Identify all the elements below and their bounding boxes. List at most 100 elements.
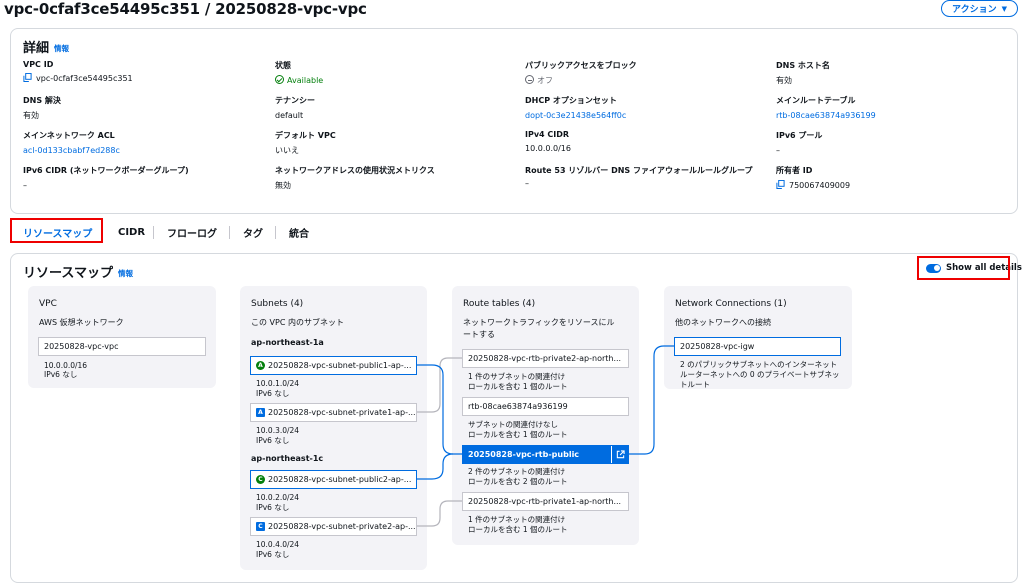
subnet-ipv6: IPv6 なし	[256, 436, 290, 445]
private-subnet-icon: C	[256, 522, 265, 531]
az-label: ap-northeast-1a	[251, 338, 324, 347]
vpc-id-label: VPC ID	[23, 60, 54, 69]
route-table-name: 20250828-vpc-rtb-private1-ap-north...	[468, 497, 622, 506]
state-value: Available	[287, 76, 324, 85]
main-route-table-label: メインルートテーブル	[776, 96, 856, 105]
route-table-node[interactable]: 20250828-vpc-rtb-private2-ap-north...	[462, 349, 629, 368]
subnet-name: 20250828-vpc-subnet-public2-ap-...	[268, 475, 412, 484]
subnet-node[interactable]: A 20250828-vpc-subnet-public1-ap-...	[250, 356, 417, 375]
tenancy-value: default	[275, 111, 304, 120]
route-table-node[interactable]: 20250828-vpc-rtb-private1-ap-north...	[462, 492, 629, 511]
subnets-column-title: Subnets (4)	[251, 299, 304, 309]
copy-icon[interactable]	[23, 73, 32, 82]
route-table-name: 20250828-vpc-rtb-public	[468, 450, 580, 459]
field-main-acl: メインネットワーク ACL acl-0d133cbabf7ed288c	[23, 130, 263, 156]
subnet-node[interactable]: A 20250828-vpc-subnet-private1-ap-...	[250, 403, 417, 422]
ipv6-cidr-value: –	[23, 181, 27, 190]
connections-column-subtitle: 他のネットワークへの接続	[675, 318, 771, 327]
route-table-name: 20250828-vpc-rtb-private2-ap-north...	[468, 354, 622, 363]
igw-note: ルーターネットへの 0 のプライベートサブネッ	[680, 370, 840, 379]
vpc-column-title: VPC	[39, 299, 57, 309]
page-header: vpc-0cfaf3ce54495c351 / 20250828-vpc-vpc…	[0, 0, 1024, 20]
actions-label: アクション	[952, 5, 997, 15]
field-ipv4-cidr: IPv4 CIDR 10.0.0.0/16	[525, 130, 765, 154]
net-usage-value: 無効	[275, 181, 291, 190]
ipv6-pool-value: –	[776, 146, 780, 155]
subnet-ipv6: IPv6 なし	[256, 503, 290, 512]
tab-tags[interactable]: タグ	[243, 220, 263, 244]
tab-separator	[153, 226, 154, 239]
igw-note: 2 のパブリックサブネットへのインターネット	[680, 360, 838, 369]
owner-value: 750067409009	[789, 181, 851, 190]
owner-label: 所有者 ID	[776, 166, 813, 175]
field-vpc-id: VPC ID vpc-0cfaf3ce54495c351	[23, 60, 263, 84]
toggle-switch-icon[interactable]	[926, 263, 941, 273]
actions-button[interactable]: アクション ▼	[941, 0, 1018, 17]
tab-flow-logs[interactable]: フローログ	[167, 220, 217, 244]
subnet-node[interactable]: C 20250828-vpc-subnet-public2-ap-...	[250, 470, 417, 489]
field-route53: Route 53 リゾルバー DNS ファイアウォールルールグループ –	[525, 165, 757, 189]
resource-map-heading: リソースマップ 情報	[23, 262, 133, 281]
subnet-name: 20250828-vpc-subnet-private1-ap-...	[268, 408, 416, 417]
igw-node-label: 20250828-vpc-igw	[680, 342, 755, 351]
subnet-ipv6: IPv6 なし	[256, 389, 290, 398]
subnet-cidr: 10.0.3.0/24	[256, 426, 300, 435]
tenancy-label: テナンシー	[275, 96, 315, 105]
dhcp-link[interactable]: dopt-0c3e21438e564ff0c	[525, 110, 765, 121]
tab-integrations[interactable]: 統合	[289, 220, 309, 244]
field-owner: 所有者 ID 750067409009	[776, 165, 1016, 191]
resource-map-info-link[interactable]: 情報	[118, 269, 133, 278]
tab-bar: リソースマップ CIDR フローログ タグ 統合	[10, 220, 1018, 244]
igw-note: トルート	[680, 380, 710, 389]
route-table-name: rtb-08cae63874a936199	[468, 402, 568, 411]
field-ipv6-cidr: IPv6 CIDR (ネットワークボーダーグループ) –	[23, 165, 263, 191]
field-dns-hostname: DNS ホスト名 有効	[776, 60, 1016, 86]
vpc-ipv6-note: IPv6 なし	[44, 370, 78, 379]
route-table-assoc: サブネットの関連付けなし	[468, 420, 558, 429]
route-table-assoc: 1 件のサブネットの関連付け	[468, 515, 566, 524]
block-public-value: オフ	[537, 76, 553, 85]
route-table-node-selected[interactable]: 20250828-vpc-rtb-public	[462, 445, 629, 464]
main-acl-link[interactable]: acl-0d133cbabf7ed288c	[23, 145, 263, 156]
copy-icon[interactable]	[776, 180, 785, 189]
subnet-cidr: 10.0.2.0/24	[256, 493, 300, 502]
details-info-link[interactable]: 情報	[54, 44, 69, 53]
vpc-node[interactable]: 20250828-vpc-vpc	[38, 337, 206, 356]
main-route-table-link[interactable]: rtb-08cae63874a936199	[776, 110, 1016, 121]
dns-hostname-value: 有効	[776, 76, 792, 85]
vpc-column-subtitle: AWS 仮想ネットワーク	[39, 318, 124, 327]
field-ipv6-pool: IPv6 プール –	[776, 130, 1016, 156]
ipv4-cidr-label: IPv4 CIDR	[525, 130, 570, 139]
vpc-node-label: 20250828-vpc-vpc	[44, 342, 119, 351]
block-public-label: パブリックアクセスをブロック	[525, 61, 637, 70]
field-state: 状態 Available	[275, 60, 515, 86]
tab-separator	[275, 226, 276, 239]
dns-resolution-value: 有効	[23, 111, 39, 120]
subnet-node[interactable]: C 20250828-vpc-subnet-private2-ap-...	[250, 517, 417, 536]
route-table-routes: ローカルを含む 1 個のルート	[468, 430, 568, 439]
route-tables-column-subtitle: ネットワークトラフィックをリソースにル	[463, 318, 615, 327]
dns-resolution-label: DNS 解決	[23, 96, 61, 105]
vpc-id-value: vpc-0cfaf3ce54495c351	[36, 74, 133, 83]
show-all-details-toggle[interactable]: Show all details	[926, 263, 1022, 273]
dhcp-label: DHCP オプションセット	[525, 96, 617, 105]
route-table-node[interactable]: rtb-08cae63874a936199	[462, 397, 629, 416]
field-block-public: パブリックアクセスをブロック オフ	[525, 60, 765, 86]
route-tables-column-subtitle: ートする	[463, 330, 495, 339]
igw-node[interactable]: 20250828-vpc-igw	[674, 337, 841, 356]
ipv4-cidr-value: 10.0.0.0/16	[525, 144, 571, 153]
resource-map-heading-text: リソースマップ	[23, 266, 113, 281]
tab-resource-map[interactable]: リソースマップ	[23, 220, 92, 244]
route53-value: –	[525, 179, 529, 188]
subnet-cidr: 10.0.1.0/24	[256, 379, 300, 388]
field-main-route-table: メインルートテーブル rtb-08cae63874a936199	[776, 95, 1016, 121]
route-table-assoc: 1 件のサブネットの関連付け	[468, 372, 566, 381]
details-panel: 詳細 情報 VPC ID vpc-0cfaf3ce54495c351 DNS 解決…	[10, 28, 1018, 214]
minus-circle-icon	[525, 75, 534, 84]
subnets-column-subtitle: この VPC 内のサブネット	[251, 318, 344, 327]
field-default-vpc: デフォルト VPC いいえ	[275, 130, 515, 156]
details-heading: 詳細 情報	[23, 37, 69, 56]
external-link-icon[interactable]	[611, 446, 628, 463]
tab-cidr[interactable]: CIDR	[118, 220, 145, 244]
field-tenancy: テナンシー default	[275, 95, 515, 121]
